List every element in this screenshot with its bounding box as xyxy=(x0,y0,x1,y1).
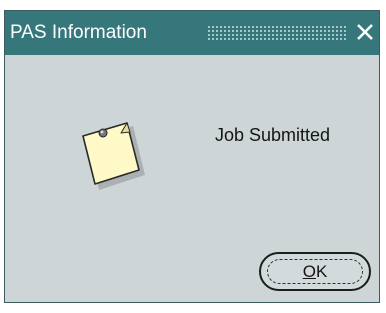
dialog-title: PAS Information xyxy=(10,22,147,43)
dialog-content: Job Submitted OK xyxy=(5,55,379,302)
ok-button-label: OK xyxy=(261,262,369,282)
ok-mnemonic: O xyxy=(302,262,316,281)
title-bar-texture xyxy=(207,25,347,41)
close-icon[interactable] xyxy=(355,21,375,43)
ok-button[interactable]: OK xyxy=(259,252,371,291)
note-icon xyxy=(77,120,153,190)
message-text: Job Submitted xyxy=(215,125,331,145)
pas-information-dialog: PAS Information Job Submitted OK xyxy=(4,10,380,303)
title-bar[interactable]: PAS Information xyxy=(5,11,379,55)
ok-label-rest: K xyxy=(315,262,328,281)
